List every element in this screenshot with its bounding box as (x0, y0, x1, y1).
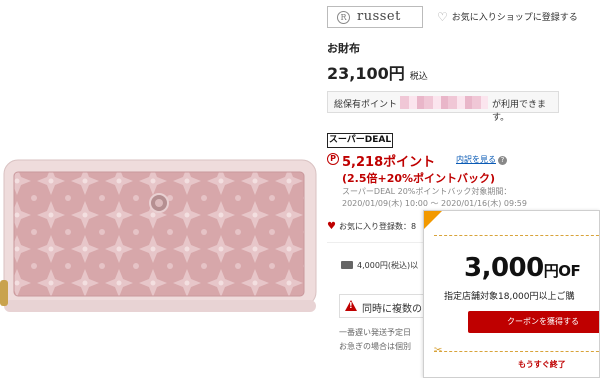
point-detail-label: 内訳を見る (456, 155, 496, 164)
blurred-points-value (400, 96, 488, 109)
coupon-amount-value: 3,000 (464, 253, 544, 283)
shop-name: russet (357, 9, 401, 24)
product-image[interactable] (0, 0, 318, 378)
coupon-popup: 3,000円OF 指定店舗対象18,000円以上ご購 クーポンを獲得する ✂ も… (423, 210, 600, 378)
heart-icon: ♥ (327, 221, 336, 232)
points-suffix: が利用できます。 (492, 100, 547, 123)
point-row: P 5,218ポイント 内訳を見る? (327, 151, 587, 170)
get-coupon-button[interactable]: クーポンを獲得する (468, 311, 599, 333)
wallet-illustration (0, 159, 317, 312)
deal-period-range: 2020/01/09(木) 10:00 〜 2020/01/16(木) 09:5… (342, 199, 527, 208)
warning-icon (345, 300, 357, 311)
truck-icon (341, 261, 353, 269)
tax-label: 税込 (409, 72, 428, 82)
shipping-note: お急ぎの場合は個別 (339, 342, 411, 351)
point-amount: 5,218ポイント (342, 155, 436, 170)
coupon-bottom-border (434, 351, 599, 352)
shipping-text: 4,000円(税込)以 (357, 261, 419, 270)
favorite-count-label: お気に入り登録数：8 (338, 222, 417, 231)
shop-logo-mark: R (337, 11, 350, 24)
shipping-info: 4,000円(税込)以 (341, 260, 418, 271)
super-deal-badge: スーパーDEAL (327, 133, 393, 148)
price: 23,100円 税込 (327, 60, 428, 84)
deal-period-label: スーパーDEAL 20%ポイントバック対象期間： (342, 187, 512, 196)
favorite-shop-button[interactable]: ♡ お気に入りショップに登録する (437, 10, 578, 24)
shop-logo[interactable]: R russet (327, 6, 423, 28)
divider (327, 242, 437, 243)
coupon-top-border (434, 235, 599, 236)
coupon-amount-suffix: 円OF (543, 262, 581, 280)
point-detail-link[interactable]: 内訳を見る? (456, 154, 507, 165)
help-icon[interactable]: ? (498, 156, 507, 165)
coupon-corner (424, 211, 442, 229)
favorite-count: ♥ お気に入り登録数：8 (327, 221, 416, 232)
point-bonus: (2.5倍+20%ポイントバック) (342, 172, 496, 185)
shop-row: R russet ♡ お気に入りショップに登録する (327, 6, 597, 28)
warning-text: 同時に複数の (362, 304, 422, 315)
product-title: お財布 (327, 42, 360, 55)
coupon-amount: 3,000円OF (464, 253, 581, 283)
rakuten-point-icon: P (327, 153, 339, 165)
favorite-shop-label: お気に入りショップに登録する (451, 13, 578, 23)
points-available-notice: 総保有ポイント が利用できます。 (327, 91, 559, 123)
deal-period: スーパーDEAL 20%ポイントバック対象期間： 2020/01/09(木) 1… (342, 186, 527, 210)
points-prefix: 総保有ポイント (334, 100, 398, 110)
coupon-condition: 指定店舗対象18,000円以上ご購 (444, 292, 575, 302)
ending-soon-label: もうすぐ終了 (518, 360, 566, 369)
shipping-note: 一番遅い発送予定日 (339, 328, 411, 337)
price-value: 23,100円 (327, 64, 405, 83)
heart-icon: ♡ (437, 10, 448, 24)
